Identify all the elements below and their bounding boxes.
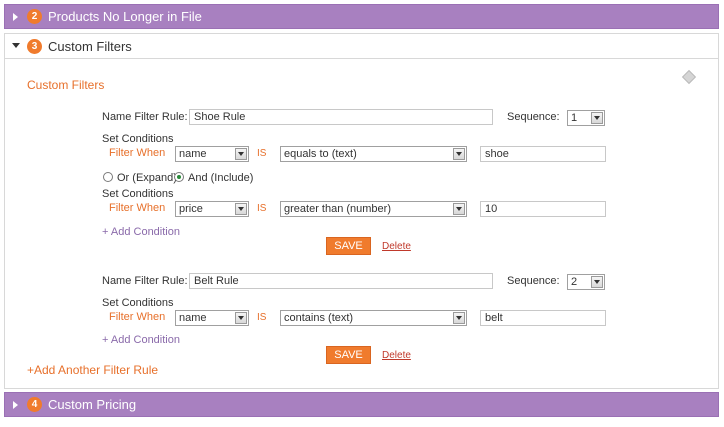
or-expand-label: Or (Expand) <box>117 172 177 184</box>
chevron-down-icon <box>5 43 27 49</box>
step-number-badge: 2 <box>27 9 42 24</box>
chevron-down-icon <box>235 203 247 215</box>
chevron-down-icon <box>591 112 603 124</box>
save-button[interactable]: SAVE <box>326 237 371 255</box>
section-title: Products No Longer in File <box>48 9 202 24</box>
sequence-select[interactable]: 1 <box>567 110 605 126</box>
chevron-down-icon <box>453 203 465 215</box>
add-condition-link[interactable]: + Add Condition <box>102 226 180 238</box>
operator-value: equals to (text) <box>284 148 357 160</box>
section-title: Custom Pricing <box>48 397 137 412</box>
field-value: name <box>179 312 207 324</box>
sequence-label: Sequence: <box>507 111 560 123</box>
sequence-select[interactable]: 2 <box>567 274 605 290</box>
step-number-badge: 3 <box>27 38 42 54</box>
name-filter-rule-label: Name Filter Rule: <box>102 111 188 123</box>
save-button[interactable]: SAVE <box>326 346 371 364</box>
field-value: price <box>179 203 203 215</box>
delete-link[interactable]: Delete <box>382 241 411 252</box>
delete-link[interactable]: Delete <box>382 350 411 361</box>
rule-name-input[interactable]: Belt Rule <box>189 273 493 289</box>
or-expand-radio[interactable] <box>103 172 113 182</box>
chevron-down-icon <box>235 312 247 324</box>
chevron-down-icon <box>591 276 603 288</box>
help-icon[interactable] <box>681 69 697 85</box>
rule-name-input[interactable]: Shoe Rule <box>189 109 493 125</box>
and-include-radio[interactable] <box>174 172 184 182</box>
set-conditions-label: Set Conditions <box>102 188 174 200</box>
chevron-down-icon <box>235 148 247 160</box>
chevron-right-icon <box>5 400 27 409</box>
field-select[interactable]: name <box>175 310 249 326</box>
field-value: name <box>179 148 207 160</box>
chevron-right-icon <box>5 12 27 21</box>
set-conditions-label: Set Conditions <box>102 297 174 309</box>
and-include-label: And (Include) <box>188 172 254 184</box>
condition-value-input[interactable]: 10 <box>480 201 606 217</box>
field-select[interactable]: name <box>175 146 249 162</box>
operator-value: contains (text) <box>284 312 354 324</box>
chevron-down-icon <box>453 148 465 160</box>
is-label: IS <box>257 203 267 214</box>
operator-select[interactable]: greater than (number) <box>280 201 467 217</box>
add-condition-link[interactable]: + Add Condition <box>102 334 180 346</box>
set-conditions-label: Set Conditions <box>102 133 174 145</box>
operator-select[interactable]: contains (text) <box>280 310 467 326</box>
filter-when-label: Filter When <box>109 147 166 159</box>
sequence-value: 1 <box>571 112 578 124</box>
filter-when-label: Filter When <box>109 202 166 214</box>
section-title: Custom Filters <box>48 38 132 54</box>
is-label: IS <box>257 312 267 323</box>
chevron-down-icon <box>453 312 465 324</box>
condition-value-input[interactable]: shoe <box>480 146 606 162</box>
filter-when-label: Filter When <box>109 311 166 323</box>
add-another-filter-rule-link[interactable]: +Add Another Filter Rule <box>27 363 158 377</box>
sequence-value: 2 <box>571 276 578 288</box>
custom-filters-panel: Custom Filters Name Filter Rule: Shoe Ru… <box>4 59 719 389</box>
operator-select[interactable]: equals to (text) <box>280 146 467 162</box>
step-number-badge: 4 <box>27 397 42 412</box>
accordion-section-products-no-longer-in-file[interactable]: 2 Products No Longer in File <box>4 4 719 29</box>
accordion-section-custom-pricing[interactable]: 4 Custom Pricing <box>4 392 719 417</box>
field-select[interactable]: price <box>175 201 249 217</box>
accordion-section-custom-filters[interactable]: 3 Custom Filters <box>4 33 719 59</box>
panel-heading: Custom Filters <box>27 78 105 92</box>
name-filter-rule-label: Name Filter Rule: <box>102 275 188 287</box>
sequence-label: Sequence: <box>507 275 560 287</box>
is-label: IS <box>257 148 267 159</box>
operator-value: greater than (number) <box>284 203 391 215</box>
condition-value-input[interactable]: belt <box>480 310 606 326</box>
